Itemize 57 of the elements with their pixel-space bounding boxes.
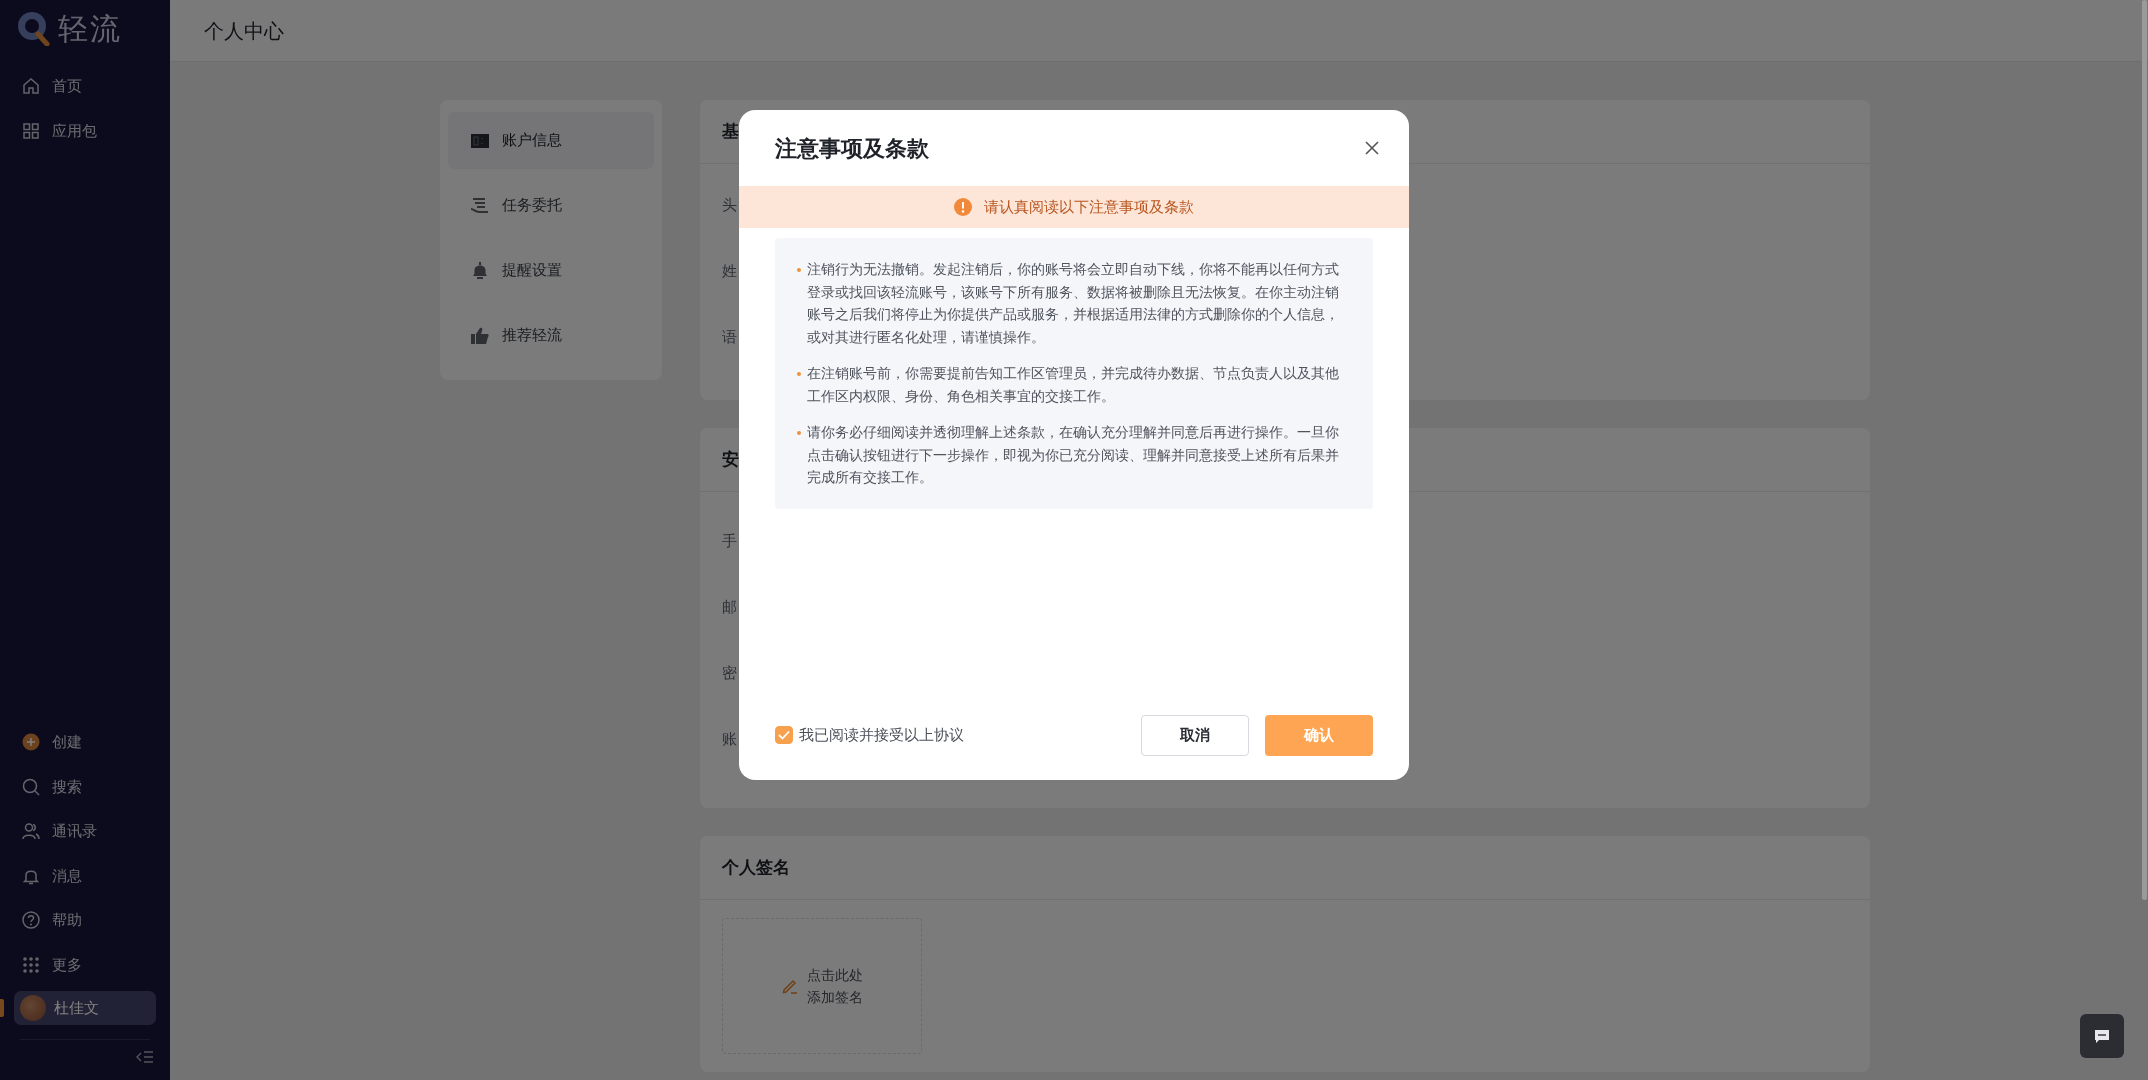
bullet-icon <box>797 431 801 435</box>
field-label: 手 <box>722 530 737 552</box>
field-label: 姓 <box>722 260 737 282</box>
card-title: 安 <box>722 447 739 471</box>
close-icon <box>1365 141 1379 155</box>
sidebar-item[interactable]: 通讯录 <box>0 809 170 854</box>
field-label: 邮 <box>722 596 737 618</box>
settings-menu-item[interactable]: 任务委托 <box>448 177 654 234</box>
collapse-icon[interactable] <box>136 1050 154 1064</box>
sidebar-item[interactable]: 应用包 <box>0 108 170 153</box>
confirm-button[interactable]: 确认 <box>1265 714 1373 756</box>
chat-icon <box>2094 1028 2110 1044</box>
search-icon <box>22 777 40 796</box>
help-icon <box>22 911 40 930</box>
chat-button[interactable] <box>2080 1014 2124 1058</box>
term-text: 注销行为无法撤销。发起注销后，你的账号将会立即自动下线，你将不能再以任何方式登录或找回该轻流账号，该账号下所有服务、数据将被删除且无法恢复。在你主动注销账号之后我们将停止为你提供产品或服务，并根据适用法律的方式删除你的个人信息，或对其进行匿名化处理，请谨慎操作。 <box>807 260 1340 347</box>
logo-text: 轻流 <box>58 9 122 48</box>
hand-list-icon <box>470 195 490 216</box>
sidebar-item[interactable]: 创建 <box>0 720 170 765</box>
bullet-icon <box>797 268 801 272</box>
card-title: 基 <box>722 119 739 143</box>
thumbs-up-icon <box>470 325 490 346</box>
pencil-icon <box>781 977 799 995</box>
home-icon <box>22 77 40 96</box>
more-icon <box>22 955 40 974</box>
notice-text: 请认真阅读以下注意事项及条款 <box>984 196 1194 218</box>
plus-icon <box>22 733 40 752</box>
term-text: 请你务必仔细阅读并透彻理解上述条款，在确认充分理解并同意后再进行操作。一旦你点击确认按钮进行下一步操作，即视为你已充分阅读、理解并同意接受上述所有后果并完成所有交接工作。 <box>807 423 1340 487</box>
term-text: 在注销账号前，你需要提前告知工作区管理员，并完成待办数据、节点负责人以及其他工作区内权限、身份、角色相关事宜的交接工作。 <box>807 364 1340 406</box>
settings-menu-item[interactable]: 提醒设置 <box>448 242 654 299</box>
agree-checkbox[interactable]: 我已阅读并接受以上协议 <box>775 723 964 747</box>
sidebar-item[interactable]: 更多 <box>0 942 170 987</box>
field-label: 密 <box>722 662 737 684</box>
bullet-icon <box>797 372 801 376</box>
sidebar-item[interactable]: 搜索 <box>0 764 170 809</box>
avatar <box>20 995 46 1021</box>
grid-icon <box>22 121 40 140</box>
card-title: 个人签名 <box>722 855 790 879</box>
warning-icon <box>954 198 972 216</box>
field-label: 语 <box>722 326 737 348</box>
logo-icon <box>16 10 50 46</box>
field-label: 账 <box>722 728 737 750</box>
sidebar-item[interactable]: 帮助 <box>0 898 170 943</box>
check-icon <box>778 730 790 740</box>
scrollbar[interactable] <box>2142 0 2147 900</box>
bell-icon <box>470 260 490 281</box>
users-icon <box>22 822 40 841</box>
sidebar-item[interactable]: 消息 <box>0 853 170 898</box>
field-label: 头 <box>722 194 737 216</box>
add-signature-button[interactable]: 点击此处 添加签名 <box>722 918 922 1054</box>
sidebar-item[interactable]: 首页 <box>0 64 170 109</box>
settings-menu-item[interactable]: 账户信息 <box>448 112 654 169</box>
page-title: 个人中心 <box>204 17 284 45</box>
settings-menu-item[interactable]: 推荐轻流 <box>448 307 654 364</box>
dialog-title: 注意事项及条款 <box>775 134 929 163</box>
cancel-button[interactable]: 取消 <box>1141 714 1249 756</box>
user-profile-button[interactable]: 杜佳文 <box>14 991 156 1025</box>
